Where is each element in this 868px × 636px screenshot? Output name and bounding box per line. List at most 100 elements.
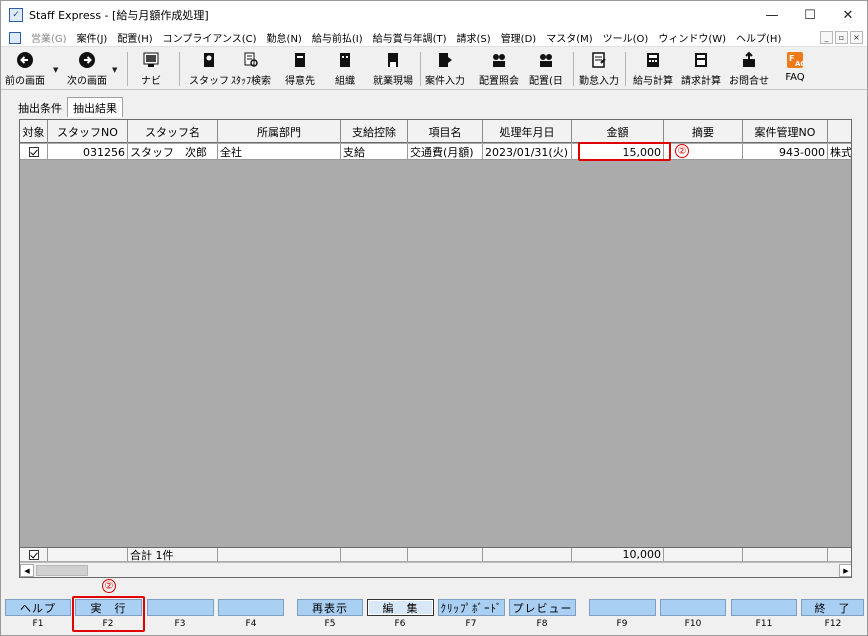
cell-staff-no[interactable]: 031256	[48, 144, 128, 160]
mdi-minimize-button[interactable]: _	[820, 31, 833, 44]
table-row[interactable]: 031256 スタッフ 次郎 全社 支給 交通費(月額) 2023/01/31(…	[20, 144, 851, 160]
menu-attendance[interactable]: 勤怠(N)	[267, 30, 302, 45]
col-header-staff-no[interactable]: スタッフNO	[48, 120, 128, 143]
staff-search-button-label: ｽﾀｯﾌ検索	[231, 76, 271, 87]
footer-target-cell[interactable]	[20, 548, 48, 561]
payroll-calc-button-label: 給与計算	[633, 76, 673, 87]
col-header-case-no[interactable]: 案件管理NO	[743, 120, 828, 143]
menu-management[interactable]: 管理(D)	[501, 30, 537, 45]
menu-tools[interactable]: ツール(O)	[603, 30, 649, 45]
fkey-label-f11: F11	[755, 619, 773, 629]
cell-staff-name[interactable]: スタッフ 次郎	[128, 144, 218, 160]
menu-help[interactable]: ヘルプ(H)	[736, 30, 781, 45]
menu-salary-bonus[interactable]: 給与賞与年調(T)	[373, 30, 447, 45]
col-header-process-date[interactable]: 処理年月日	[483, 120, 572, 143]
inquiry-button[interactable]: お問合せ	[729, 50, 769, 87]
menu-placement[interactable]: 配置(H)	[117, 30, 152, 45]
footer-total-amount: 10,000	[572, 548, 664, 561]
back-button[interactable]: 前の画面	[5, 50, 45, 87]
fkey-label-f6: F6	[394, 619, 406, 629]
navi-button[interactable]: ナビ	[141, 50, 161, 87]
fkey-preview-button[interactable]: プレビュー	[509, 599, 576, 616]
fkey-label-f10: F10	[684, 619, 702, 629]
toolbar-separator	[625, 52, 626, 86]
attendance-input-button[interactable]: 勤怠入力	[579, 50, 619, 87]
row-target-checkbox[interactable]	[28, 147, 39, 157]
scroll-left-icon[interactable]: ◀	[20, 564, 34, 577]
col-header-summary[interactable]: 摘要	[664, 120, 743, 143]
back-button-label: 前の画面	[5, 76, 45, 87]
toolbar: 前の画面 ▼ 次の画面 ▼ ナビ スタッフ ｽﾀｯﾌ検索 得意先 組織 就業現場…	[1, 48, 867, 90]
menu-sales[interactable]: 営業(G)	[31, 30, 67, 45]
cell-process-date[interactable]: 2023/01/31(火)	[483, 144, 572, 160]
tab-extraction-results[interactable]: 抽出結果	[67, 97, 123, 117]
tab-extraction-conditions[interactable]: 抽出条件	[13, 98, 67, 117]
app-icon: ✓	[9, 8, 23, 22]
title-bar: ✓ Staff Express - [給与月額作成処理] — ☐ ✕	[1, 1, 867, 29]
results-grid: 対象 スタッフNO スタッフ名 所属部門 支給控除 項目名 処理年月日 金額 摘…	[19, 119, 852, 578]
fkey-refresh-button[interactable]: 再表示	[297, 599, 363, 616]
forward-dropdown-icon[interactable]: ▼	[112, 66, 117, 74]
fkey-exit-button[interactable]: 終 了	[801, 599, 864, 616]
minimize-button[interactable]: —	[753, 1, 791, 29]
row-target-cell[interactable]	[20, 144, 48, 160]
menu-window[interactable]: ウィンドウ(W)	[658, 30, 726, 45]
cell-department[interactable]: 全社	[218, 144, 341, 160]
fkey-f4-button[interactable]	[218, 599, 284, 616]
menu-master[interactable]: マスタ(M)	[546, 30, 592, 45]
billing-calc-button[interactable]: 請求計算	[681, 50, 721, 87]
maximize-button[interactable]: ☐	[791, 1, 829, 29]
footer-empty-cell	[828, 548, 851, 561]
col-header-department[interactable]: 所属部門	[218, 120, 341, 143]
col-header-pay-deduct[interactable]: 支給控除	[341, 120, 408, 143]
cell-extra[interactable]: 株式	[828, 144, 851, 160]
fkey-f11-button[interactable]	[731, 599, 797, 616]
mdi-close-button[interactable]: ×	[850, 31, 863, 44]
placement-inquiry-button[interactable]: 配置照会	[479, 50, 519, 87]
footer-target-checkbox[interactable]	[28, 549, 39, 560]
customer-button-label: 得意先	[285, 76, 315, 87]
placement-inquiry-icon	[489, 50, 509, 70]
staff-search-button[interactable]: ｽﾀｯﾌ検索	[231, 50, 271, 87]
fkey-f9-button[interactable]	[589, 599, 656, 616]
menu-case[interactable]: 案件(J)	[77, 30, 108, 45]
horizontal-scrollbar[interactable]: ◀ ▶	[20, 562, 851, 577]
case-input-button[interactable]: 案件入力	[425, 50, 465, 87]
fkey-clipboard-button[interactable]: ｸﾘｯﾌﾟﾎﾞｰﾄﾞ	[438, 599, 505, 616]
menu-billing[interactable]: 請求(S)	[457, 30, 491, 45]
back-dropdown-icon[interactable]: ▼	[53, 66, 58, 74]
fkey-f3-button[interactable]	[147, 599, 214, 616]
payroll-calc-button[interactable]: 給与計算	[633, 50, 673, 87]
mdi-doc-icon[interactable]	[9, 31, 21, 44]
organization-icon	[335, 50, 355, 70]
fkey-edit-button[interactable]: 編 集	[367, 599, 434, 616]
cell-pay-deduct[interactable]: 支給	[341, 144, 408, 160]
mdi-restore-button[interactable]: ▫	[835, 31, 848, 44]
placement-daily-icon	[536, 50, 556, 70]
footer-empty-cell	[743, 548, 828, 561]
cell-item-name[interactable]: 交通費(月額)	[408, 144, 483, 160]
scroll-right-icon[interactable]: ▶	[839, 564, 851, 577]
forward-button[interactable]: 次の画面	[67, 50, 107, 87]
back-arrow-icon	[15, 50, 35, 70]
scroll-thumb[interactable]	[36, 565, 88, 576]
customer-button[interactable]: 得意先	[285, 50, 315, 87]
inquiry-button-label: お問合せ	[729, 76, 769, 87]
fkey-help-button[interactable]: ヘルプ	[5, 599, 71, 616]
col-header-extra[interactable]	[828, 120, 851, 143]
cell-case-no[interactable]: 943-000	[743, 144, 828, 160]
col-header-staff-name[interactable]: スタッフ名	[128, 120, 218, 143]
worksite-button[interactable]: 就業現場	[373, 50, 413, 87]
col-header-item-name[interactable]: 項目名	[408, 120, 483, 143]
amount-highlight-box	[578, 142, 671, 161]
fkey-f10-button[interactable]	[660, 599, 726, 616]
col-header-amount[interactable]: 金額	[572, 120, 664, 143]
col-header-target[interactable]: 対象	[20, 120, 48, 143]
staff-button[interactable]: スタッフ	[189, 50, 229, 87]
menu-compliance[interactable]: コンプライアンス(C)	[163, 30, 257, 45]
menu-salary-advance[interactable]: 給与前払(I)	[312, 30, 363, 45]
faq-button[interactable]: F AQ FAQ	[785, 50, 805, 83]
close-button[interactable]: ✕	[829, 1, 867, 29]
placement-daily-button[interactable]: 配置(日	[529, 50, 563, 87]
organization-button[interactable]: 組織	[335, 50, 355, 87]
